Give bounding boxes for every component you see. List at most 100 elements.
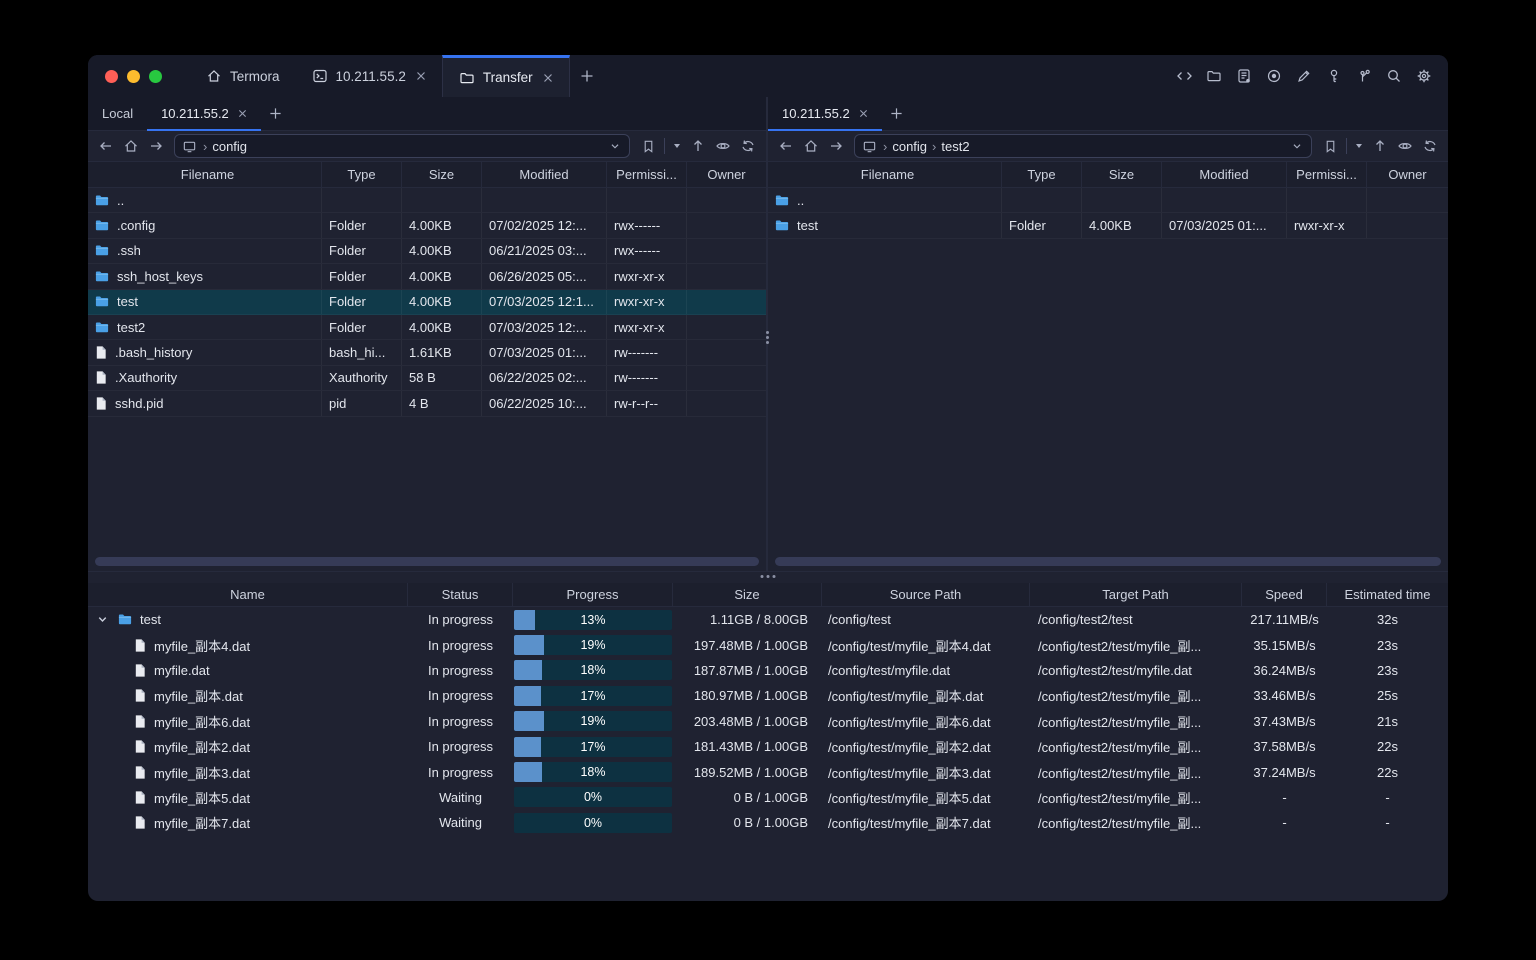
zoom-window-button[interactable]	[149, 69, 162, 83]
column-header[interactable]: Source Path	[822, 583, 1030, 606]
tab-remote-host[interactable]: 10.211.55.2	[147, 97, 261, 131]
file-row[interactable]: .ssh Folder 4.00KB 06/21/2025 03:... rwx----…	[88, 238, 766, 265]
horizontal-scrollbar[interactable]	[95, 557, 759, 566]
transfer-splitter[interactable]	[88, 571, 1448, 583]
column-header[interactable]: Estimated time	[1327, 583, 1448, 606]
column-header[interactable]: Target Path	[1030, 583, 1242, 606]
file-row[interactable]: ..	[88, 188, 766, 214]
chevron-down-icon[interactable]	[1290, 139, 1304, 153]
key-icon[interactable]	[1322, 64, 1346, 88]
transfer-row[interactable]: myfile_副本4.dat In progress 19% 197.48MB / 1…	[88, 632, 1448, 657]
upload-icon[interactable]	[1369, 135, 1391, 157]
column-header[interactable]: Owner	[1367, 162, 1448, 187]
file-size: 4.00KB	[402, 289, 482, 314]
column-header[interactable]: Filename	[768, 162, 1002, 187]
column-header[interactable]: Size	[1082, 162, 1162, 187]
close-icon[interactable]	[416, 71, 426, 81]
column-header[interactable]: Name	[88, 583, 408, 606]
tab-remote-host[interactable]: 10.211.55.2	[768, 97, 882, 131]
new-panel-tab-button[interactable]	[261, 97, 291, 130]
path-segment[interactable]: config	[212, 139, 247, 154]
caret-down-icon[interactable]	[1352, 135, 1366, 157]
eye-icon[interactable]	[1394, 135, 1416, 157]
forward-icon[interactable]	[145, 135, 167, 157]
refresh-icon[interactable]	[1419, 135, 1441, 157]
transfer-row[interactable]: myfile_副本6.dat In progress 19% 203.48MB / 1…	[88, 709, 1448, 734]
upload-icon[interactable]	[687, 135, 709, 157]
column-header[interactable]: Type	[322, 162, 402, 187]
transfer-row[interactable]: myfile_副本7.dat Waiting 0% 0 B / 1.00GB/conf…	[88, 810, 1448, 835]
new-tab-button[interactable]	[570, 55, 604, 97]
close-icon[interactable]	[238, 109, 247, 118]
column-header[interactable]: Progress	[513, 583, 673, 606]
column-header[interactable]: Modified	[482, 162, 607, 187]
file-row[interactable]: test Folder 4.00KB 07/03/2025 01:... rwxr-xr…	[768, 213, 1448, 239]
horizontal-scrollbar[interactable]	[775, 557, 1441, 566]
edit-icon[interactable]	[1292, 64, 1316, 88]
chevron-down-icon[interactable]	[608, 139, 622, 153]
tab-local[interactable]: Local	[88, 97, 147, 130]
column-header[interactable]: Status	[408, 583, 513, 606]
column-header[interactable]: Type	[1002, 162, 1082, 187]
column-header[interactable]: Modified	[1162, 162, 1287, 187]
file-row[interactable]: ..	[768, 188, 1448, 214]
bookmark-icon[interactable]	[1319, 135, 1341, 157]
close-icon[interactable]	[543, 73, 553, 83]
file-row[interactable]: test Folder 4.00KB 07/03/2025 12:1... rwxr-x…	[88, 289, 766, 315]
close-icon[interactable]	[859, 109, 868, 118]
back-icon[interactable]	[775, 135, 797, 157]
column-header[interactable]: Speed	[1242, 583, 1327, 606]
settings-icon[interactable]	[1412, 64, 1436, 88]
file-row[interactable]: .config Folder 4.00KB 07/02/2025 12:... rwx-…	[88, 213, 766, 239]
file-row[interactable]: .bash_history bash_hi... 1.61KB 07/03/2025 …	[88, 340, 766, 366]
transfer-row[interactable]: test In progress 13% 1.11GB / 8.00GB/config…	[88, 607, 1448, 632]
home-icon[interactable]	[800, 135, 822, 157]
tab-host[interactable]: 10.211.55.2	[296, 55, 442, 97]
forward-icon[interactable]	[825, 135, 847, 157]
transfer-target-path: /config/test2/test	[1038, 612, 1133, 628]
log-icon[interactable]	[1232, 64, 1256, 88]
path-segment[interactable]: config	[892, 139, 927, 154]
column-header[interactable]: Filename	[88, 162, 322, 187]
tab-transfer[interactable]: Transfer	[441, 55, 570, 97]
column-header[interactable]: Size	[673, 583, 822, 606]
tab-label: 10.211.55.2	[782, 106, 850, 121]
transfer-target-path: /config/test2/test/myfile_副...	[1038, 689, 1202, 705]
transfer-speed: 37.58MB/s	[1253, 739, 1316, 755]
search-icon[interactable]	[1382, 64, 1406, 88]
file-row[interactable]: test2 Folder 4.00KB 07/03/2025 12:... rwxr-x…	[88, 314, 766, 341]
transfer-row[interactable]: myfile_副本.dat In progress 17% 180.97MB / 1.…	[88, 683, 1448, 708]
new-panel-tab-button[interactable]	[882, 97, 912, 130]
column-header[interactable]: Permissi...	[607, 162, 687, 187]
transfer-row[interactable]: myfile_副本5.dat Waiting 0% 0 B / 1.00GB/conf…	[88, 785, 1448, 810]
folder-icon[interactable]	[1202, 64, 1226, 88]
file-row[interactable]: sshd.pid pid 4 B 06/22/2025 10:... rw-r--r--	[88, 391, 766, 417]
close-window-button[interactable]	[105, 69, 118, 83]
column-header[interactable]: Size	[402, 162, 482, 187]
caret-down-icon[interactable]	[670, 135, 684, 157]
column-header[interactable]: Permissi...	[1287, 162, 1367, 187]
transfer-target-path: /config/test2/test/myfile_副...	[1038, 765, 1202, 781]
tab-termora[interactable]: Termora	[190, 55, 296, 97]
eye-icon[interactable]	[712, 135, 734, 157]
home-icon[interactable]	[120, 135, 142, 157]
transfer-row[interactable]: myfile.dat In progress 18% 187.87MB / 1.00G…	[88, 658, 1448, 683]
path-segment[interactable]: test2	[941, 139, 969, 154]
column-header[interactable]: Owner	[687, 162, 766, 187]
record-icon[interactable]	[1262, 64, 1286, 88]
transfer-row[interactable]: myfile_副本2.dat In progress 17% 181.43MB / 1…	[88, 734, 1448, 759]
right-panel-tabs: 10.211.55.2	[768, 97, 1448, 131]
bookmark-icon[interactable]	[637, 135, 659, 157]
file-row[interactable]: .Xauthority Xauthority 58 B 06/22/2025 02:.…	[88, 365, 766, 392]
refresh-icon[interactable]	[737, 135, 759, 157]
keychain-icon[interactable]	[1352, 64, 1376, 88]
transfer-size: 181.43MB / 1.00GB	[693, 739, 808, 755]
transfer-row[interactable]: myfile_副本3.dat In progress 18% 189.52MB / 1…	[88, 759, 1448, 784]
path-input[interactable]: › config › test2	[854, 134, 1312, 158]
back-icon[interactable]	[95, 135, 117, 157]
path-input[interactable]: › config	[174, 134, 630, 158]
minimize-window-button[interactable]	[127, 69, 140, 83]
file-row[interactable]: ssh_host_keys Folder 4.00KB 06/26/2025 05:.…	[88, 264, 766, 290]
code-icon[interactable]	[1172, 64, 1196, 88]
chevron-down-icon[interactable]	[96, 613, 109, 626]
